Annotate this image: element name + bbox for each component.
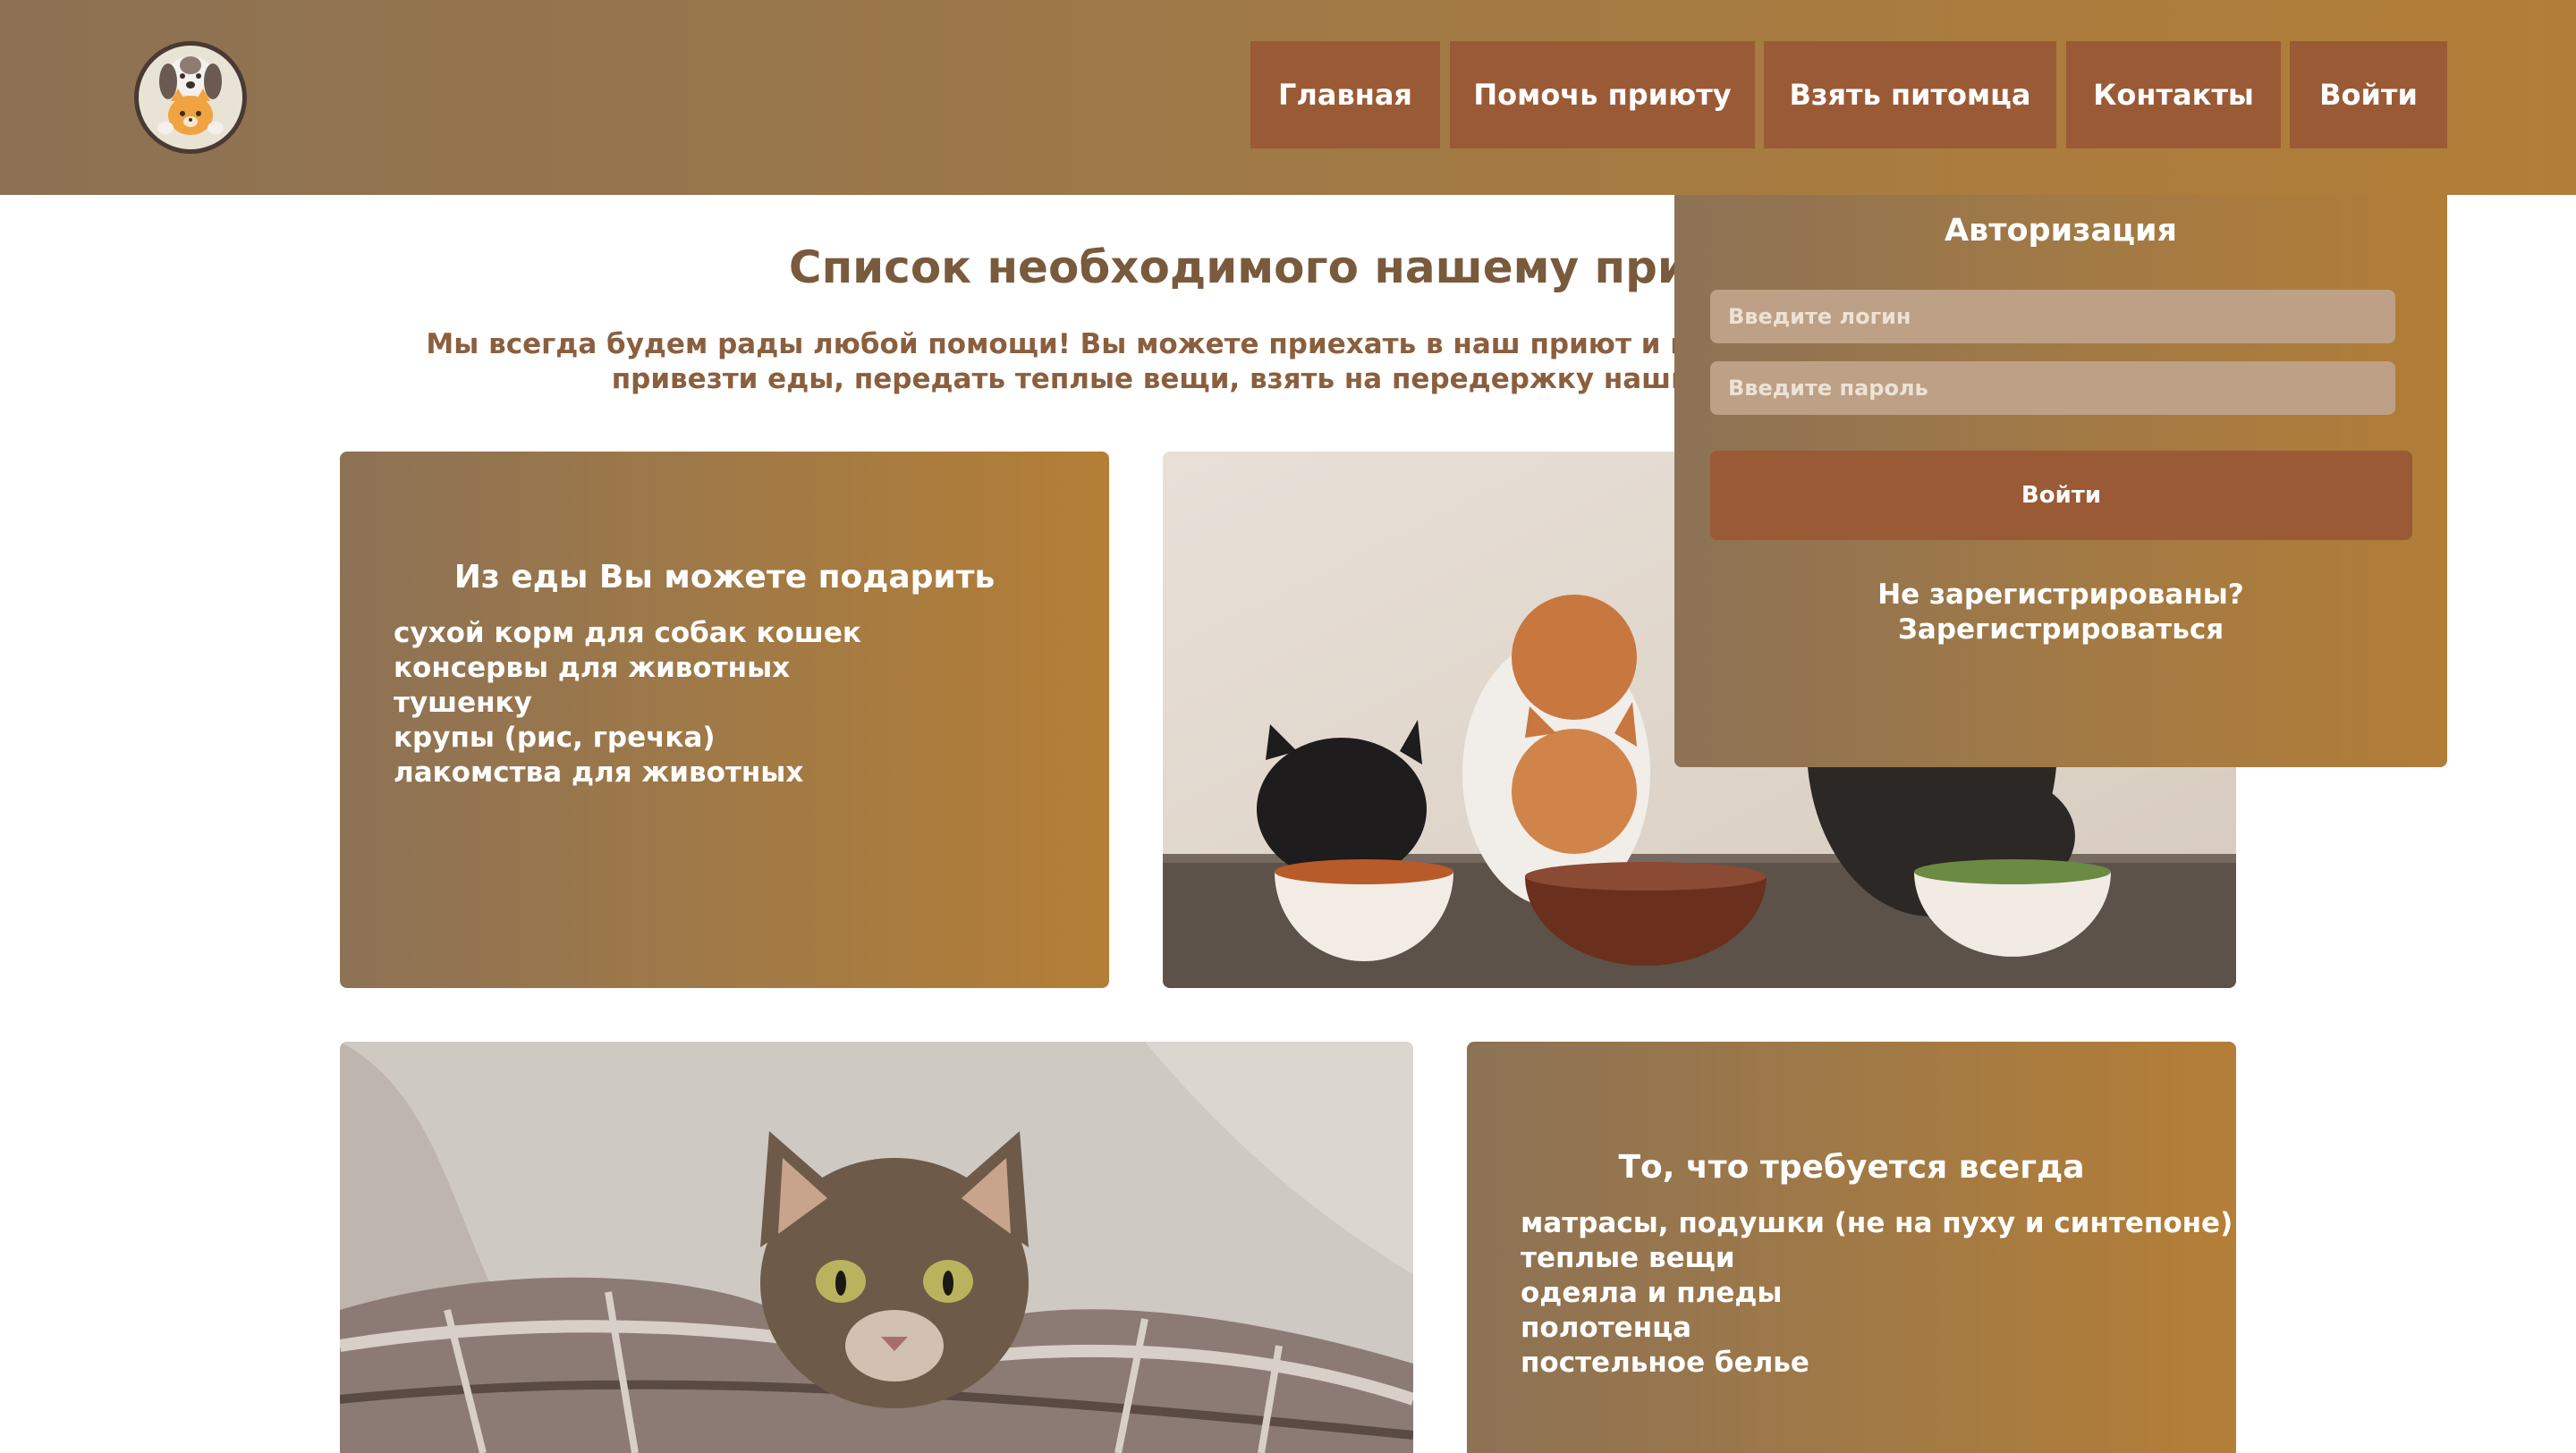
nav-adopt-pet[interactable]: Взять питомца — [1764, 41, 2056, 148]
list-item: матрасы, подушки (не на пуху и синтепоне… — [1521, 1207, 2233, 1239]
always-needed-list: матрасы, подушки (не на пуху и синтепоне… — [1521, 1206, 2233, 1381]
nav-home[interactable]: Главная — [1250, 41, 1440, 148]
list-item: полотенца — [1521, 1312, 1692, 1344]
list-item: постельное белье — [1521, 1347, 1809, 1379]
list-item: лакомства для животных — [394, 756, 804, 789]
food-list: сухой корм для собак кошек консервы для … — [394, 616, 861, 790]
login-input[interactable] — [1710, 290, 2395, 343]
nav-login[interactable]: Войти — [2290, 41, 2447, 148]
always-needed-card: То, что требуется всегда матрасы, подушк… — [1467, 1042, 2236, 1453]
food-card-title: Из еды Вы можете подарить — [453, 559, 996, 596]
nav-contacts[interactable]: Контакты — [2066, 41, 2281, 148]
password-input[interactable] — [1710, 361, 2395, 415]
list-item: теплые вещи — [1521, 1242, 1735, 1274]
login-submit-button[interactable]: Войти — [1710, 451, 2412, 540]
always-needed-card-title: То, что требуется всегда — [1618, 1149, 2085, 1186]
list-item: тушенку — [394, 687, 532, 719]
site-header: Главная Помочь приюту Взять питомца Конт… — [0, 0, 2576, 195]
auth-title: Авторизация — [1944, 213, 2178, 249]
list-item: консервы для животных — [394, 652, 791, 684]
auth-panel: Авторизация Войти Не зарегистрированы? З… — [1674, 195, 2447, 767]
nav-help-shelter[interactable]: Помочь приюту — [1450, 41, 1755, 148]
list-item: сухой корм для собак кошек — [394, 617, 861, 649]
food-card: Из еды Вы можете подарить сухой корм для… — [340, 452, 1109, 988]
not-registered-text: Не зарегистрированы? — [1877, 579, 2244, 611]
dog-and-cat-logo-icon[interactable] — [134, 41, 247, 154]
list-item: крупы (рис, гречка) — [394, 722, 716, 754]
register-link[interactable]: Зарегистрироваться — [1674, 612, 2447, 647]
list-item: одеяла и пледы — [1521, 1277, 1783, 1309]
cat-on-plaid-blanket-image — [340, 1042, 1413, 1453]
